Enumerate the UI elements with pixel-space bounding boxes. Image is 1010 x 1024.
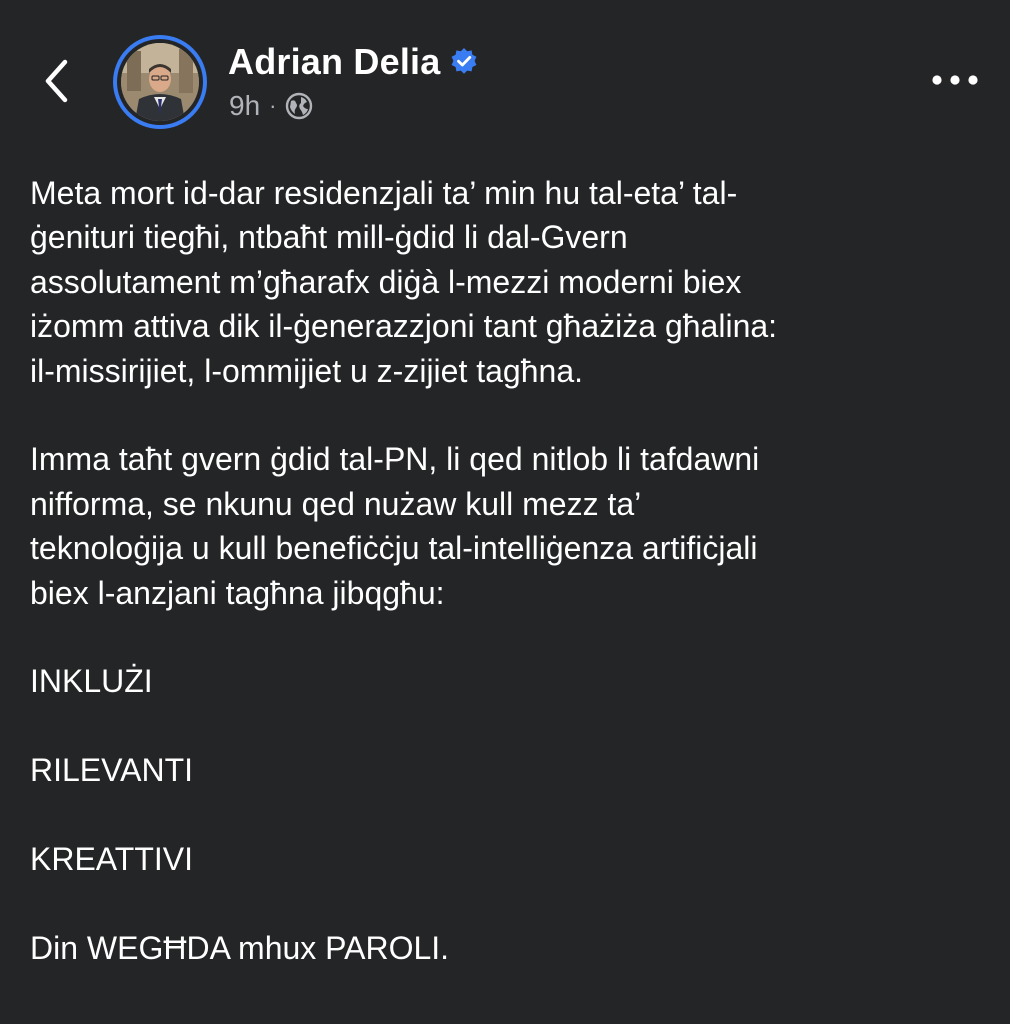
post-line: Imma taħt gvern ġdid tal-PN, li qed nitl… xyxy=(30,441,760,478)
post-item-rilevanti: RILEVANTI xyxy=(30,752,193,789)
author-avatar-button[interactable] xyxy=(113,35,207,129)
avatar-image xyxy=(121,43,199,121)
post-line: teknoloġija u kull benefiċċju tal-intell… xyxy=(30,530,758,567)
post-line: il-missirijiet, l-ommijiet u z-zijiet ta… xyxy=(30,352,583,389)
back-button[interactable] xyxy=(36,56,76,106)
post-line: biex l-anzjani tagħna jibqgħu: xyxy=(30,574,445,611)
post-text: Meta mort id-dar residenzjali ta’ min hu… xyxy=(30,171,990,970)
meta-separator: · xyxy=(269,93,277,118)
post-line: iżomm attiva dik il-ġenerazzjoni tant għ… xyxy=(30,308,778,345)
more-options-button[interactable] xyxy=(925,62,985,98)
post-timestamp[interactable]: 9h xyxy=(229,90,260,122)
post-item-inkluzi: INKLUŻI xyxy=(30,663,153,700)
globe-icon xyxy=(285,92,313,120)
post-page: Adrian Delia 9h · Meta mort id-dar resid… xyxy=(0,0,1010,1024)
verified-badge-icon xyxy=(449,47,479,77)
more-horizontal-icon xyxy=(932,75,978,85)
post-meta: 9h · xyxy=(229,88,313,124)
post-line: nifforma, se nkunu qed nużaw kull mezz t… xyxy=(30,485,642,522)
post-item-kreattivi: KREATTIVI xyxy=(30,841,193,878)
post-line: assolutament m’għarafx diġà l-mezzi mode… xyxy=(30,263,742,300)
avatar xyxy=(121,43,199,121)
author-row: Adrian Delia xyxy=(228,40,479,84)
chevron-left-icon xyxy=(45,59,68,103)
author-name[interactable]: Adrian Delia xyxy=(228,41,440,83)
post-line: Meta mort id-dar residenzjali ta’ min hu… xyxy=(30,175,738,211)
post-line: ġenituri tiegħi, ntbaħt mill-ġdid li dal… xyxy=(30,219,628,256)
post-closing-line: Din WEGĦDA mhux PAROLI. xyxy=(30,929,450,966)
